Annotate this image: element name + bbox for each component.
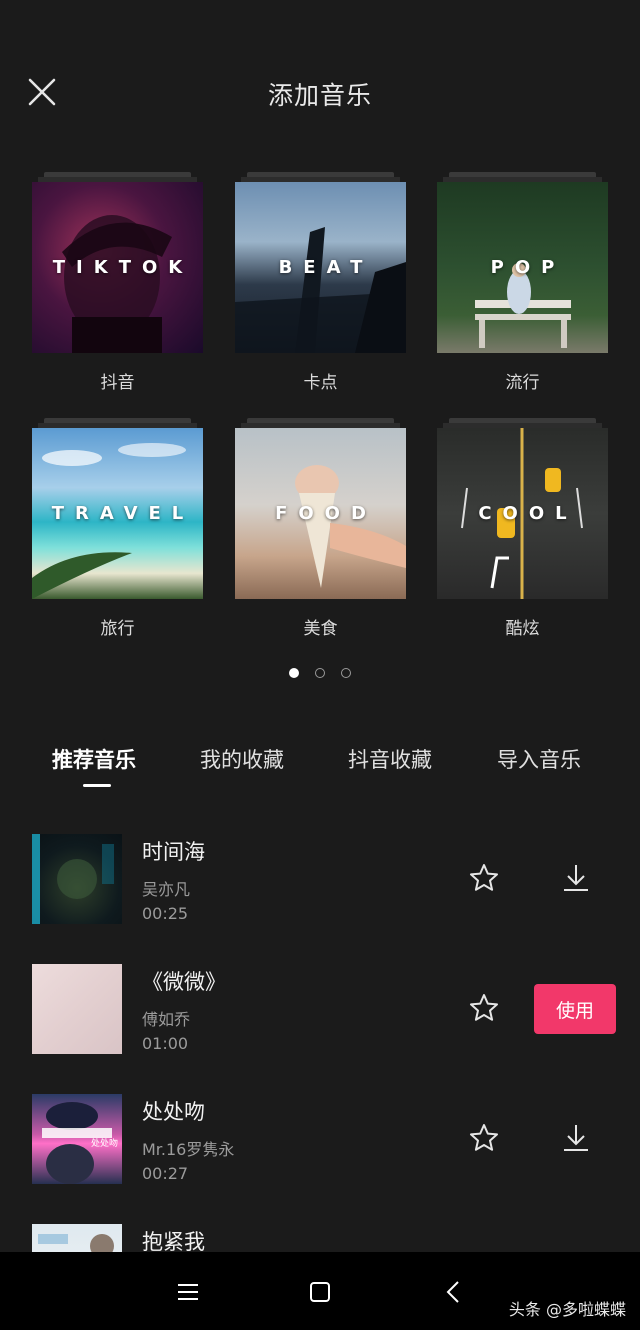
song-title: 处处吻 [142,1100,205,1124]
page-title: 添加音乐 [267,81,372,110]
category-cover-text: TIKTOK [52,257,194,278]
song-title: 抱紧我 [142,1230,205,1252]
category-label: 美食 [303,619,338,639]
use-button[interactable]: 使用 [534,984,616,1034]
song-artist: 吴亦凡 [142,880,191,899]
menu-icon[interactable] [174,1278,202,1306]
star-icon[interactable] [468,992,500,1024]
category-label: 流行 [505,373,540,393]
album-art [38,1234,114,1252]
song-artist: 傅如乔 [142,1010,191,1029]
category-cover: BEAT [235,182,406,353]
tab-douyin-favorites[interactable]: 抖音收藏 [348,744,432,774]
song-artist: Mr.16罗隽永 [142,1140,235,1159]
song-title: 时间海 [142,840,205,864]
category-cover: COOL [437,428,608,599]
back-icon[interactable] [440,1278,468,1306]
song-thumbnail: 处处吻 [32,1094,122,1184]
category-cover: POP [437,182,608,353]
tab-import-music[interactable]: 导入音乐 [497,744,581,774]
song-duration: 00:25 [142,904,189,923]
song-duration: 00:27 [142,1164,189,1183]
category-label: 抖音 [100,373,135,393]
category-cover-text: TRAVEL [51,503,195,524]
category-cover: FOOD [235,428,406,599]
music-tabs: 推荐音乐 我的收藏 抖音收藏 导入音乐 [0,744,640,794]
category-label: 旅行 [100,619,135,639]
star-icon[interactable] [468,1122,500,1154]
category-cover: TIKTOK [32,182,203,353]
category-cover-text: COOL [478,503,578,524]
song-item[interactable]: 抱紧我 [0,1224,640,1252]
category-cover-text: POP [490,257,566,278]
system-navbar: 头条 @多啦蝶蝶 [0,1252,640,1330]
category-label: 酷炫 [505,619,540,639]
song-duration: 01:00 [142,1034,189,1053]
category-cover-text: FOOD [275,503,377,524]
page-dot[interactable] [341,668,351,678]
download-icon[interactable] [560,1122,592,1154]
category-label: 卡点 [303,373,338,393]
page-dot[interactable] [315,668,325,678]
page-indicator [0,668,640,678]
song-title: 《微微》 [142,970,226,994]
watermark: 头条 @多啦蝶蝶 [508,1300,626,1319]
tab-active-indicator [83,784,111,787]
star-icon[interactable] [468,862,500,894]
song-item[interactable]: 处处吻 处处吻 Mr.16罗隽永 00:27 [0,1094,640,1204]
page-dot-active[interactable] [289,668,299,678]
song-thumbnail [32,964,122,1054]
home-icon[interactable] [306,1278,334,1306]
tab-recommended[interactable]: 推荐音乐 [52,744,136,774]
category-cover-text: BEAT [278,257,374,278]
song-item[interactable]: 时间海 吴亦凡 00:25 [0,834,640,944]
category-cover: TRAVEL [32,428,203,599]
song-item-selected[interactable]: 《微微》 傅如乔 01:00 使用 [0,964,640,1074]
album-art-text: 处处吻 [90,1139,118,1149]
song-thumbnail [32,1224,122,1252]
tab-favorites[interactable]: 我的收藏 [200,744,284,774]
header: 添加音乐 [0,60,640,124]
song-thumbnail [32,834,122,924]
album-art [32,834,114,924]
download-icon[interactable] [560,862,592,894]
